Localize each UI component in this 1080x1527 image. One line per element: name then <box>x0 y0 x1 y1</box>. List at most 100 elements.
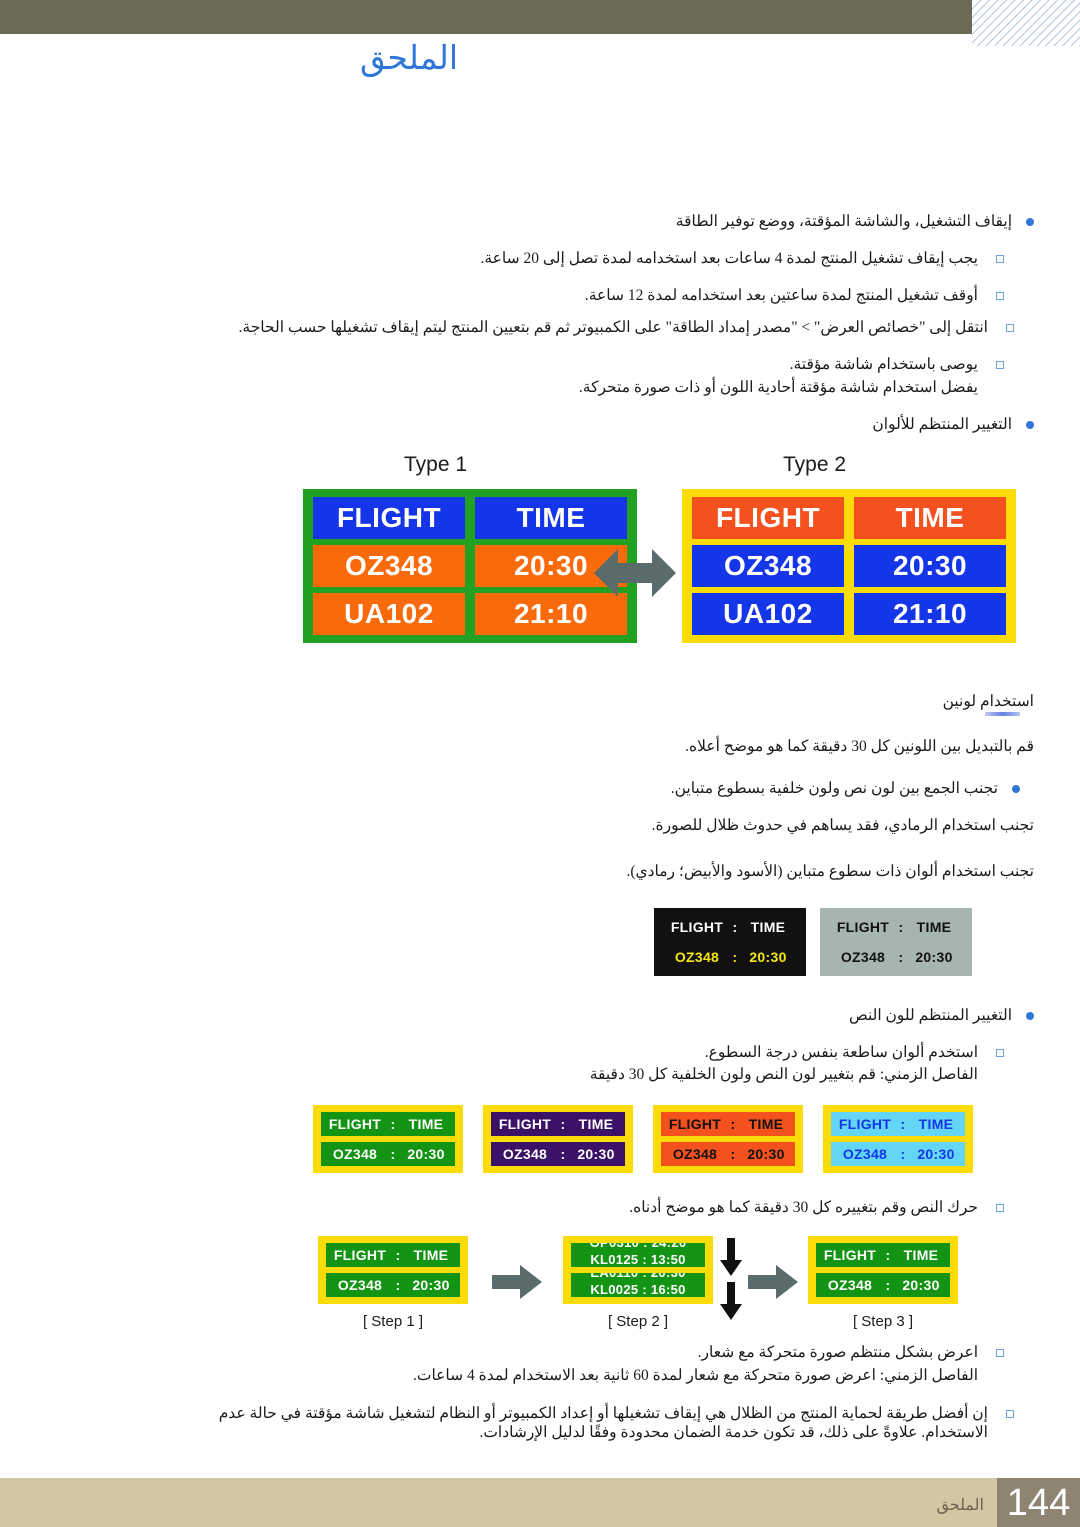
colon-separator: : <box>642 1252 647 1267</box>
time-value-cell: 20:30 <box>749 949 787 965</box>
body-text: إن أفضل طريقة لحماية المنتج من الظلال هي… <box>218 1405 988 1441</box>
step1-caption: [ Step 1 ] <box>362 1313 424 1330</box>
board-header-row: FLIGHT : TIME <box>816 1243 950 1267</box>
two-color-heading: استخدام لونين <box>244 692 1034 711</box>
board-header-row: FLIGHT : TIME <box>321 1112 455 1136</box>
move-text-line: حرك النص وقم بتغييره كل 30 دقيقة كما هو … <box>244 1198 1004 1217</box>
time-header-cell: TIME <box>918 1116 954 1132</box>
board-data-row: OZ348 : 20:30 <box>831 1142 965 1166</box>
mid-line-3: تجنب استخدام ألوان ذات سطوع متباين (الأس… <box>244 862 1034 881</box>
time-header-cell: TIME <box>413 1247 449 1263</box>
flight-value-cell: KL0125 <box>590 1252 639 1267</box>
time-value-cell: 20:30 <box>577 1146 615 1162</box>
mid-line-0: قم بالتبديل بين اللونين كل 30 دقيقة كما … <box>244 737 1034 756</box>
time-header-cell: TIME <box>750 919 786 935</box>
flight-value-cell: OZ348 <box>337 1277 383 1293</box>
colon-separator: : <box>900 1146 906 1162</box>
body-text: استخدم ألوان ساطعة بنفس درجة السطوع. <box>704 1044 978 1061</box>
bullet-hollow-icon <box>996 361 1004 369</box>
type2-label: Type 2 <box>782 453 847 476</box>
board-data-row: UA102 21:10 <box>692 593 1006 635</box>
color-change-heading: التغيير المنتظم للألوان <box>244 415 1034 434</box>
flight-value-cell: OZ348 <box>313 545 465 587</box>
flight-board-gray: FLIGHT : TIME OZ348 : 20:30 <box>820 908 972 976</box>
flight-header-cell: FLIGHT <box>838 1116 892 1132</box>
colon-separator: : <box>395 1247 401 1263</box>
bullet-text: يجب إيقاف تشغيل المنتج لمدة 4 ساعات بعد … <box>480 250 978 267</box>
top-bullet-1: يجب إيقاف تشغيل المنتج لمدة 4 ساعات بعد … <box>244 249 1004 268</box>
type1-label: Type 1 <box>403 453 468 476</box>
board-data-row: OZ348 20:30 <box>313 545 627 587</box>
body-text: حرك النص وقم بتغييره كل 30 دقيقة كما هو … <box>629 1199 978 1216</box>
flight-header-cell: FLIGHT <box>823 1247 877 1263</box>
footer-section-label: الملحق <box>936 1497 984 1514</box>
flight-board-cyan: FLIGHT : TIME OZ348 : 20:30 <box>823 1105 973 1173</box>
bullet-text: إيقاف التشغيل، والشاشة المؤقتة، ووضع توف… <box>675 213 1012 230</box>
body-text: تجنب استخدام الرمادي، فقد يساهم في حدوث … <box>651 817 1034 834</box>
time-value-cell: 13:50 <box>650 1252 686 1267</box>
scroll-line: KL0125 : 13:50 <box>571 1251 705 1267</box>
board-data-row: OZ348 : 20:30 <box>662 945 798 969</box>
scroll-down-arrows-icon <box>718 1238 744 1329</box>
board-scroll-row-bottom: EA0110 : 20:30 KL0025 : 16:50 <box>571 1273 705 1297</box>
board-data-row: OZ348 20:30 <box>692 545 1006 587</box>
body-text: تجنب الجمع بين لون نص ولون خلفية بسطوع م… <box>670 780 998 797</box>
body-text: قم بالتبديل بين اللونين كل 30 دقيقة كما … <box>685 738 1034 755</box>
time-value-cell: 20:30 <box>902 1277 940 1293</box>
swap-double-arrow-icon <box>594 542 676 609</box>
flight-value-cell: OP0310 <box>590 1243 640 1250</box>
bullet-hollow-icon <box>996 1049 1004 1057</box>
flight-header-cell: FLIGHT <box>692 497 844 539</box>
board-data-row: OZ348 : 20:30 <box>326 1273 460 1297</box>
time-value-cell: 20:30 <box>412 1277 450 1293</box>
board-header-row: FLIGHT : TIME <box>326 1243 460 1267</box>
body-text: الفاصل الزمني: اعرض صورة متحركة مع شعار … <box>412 1367 978 1384</box>
body-text: اعرض بشكل منتظم صورة متحركة مع شعار. <box>697 1344 978 1361</box>
page-number: 144 <box>1006 1481 1071 1524</box>
time-value-cell: 20:30 <box>407 1146 445 1162</box>
colon-separator: : <box>390 1146 396 1162</box>
text-color-line-0: استخدم ألوان ساطعة بنفس درجة السطوع. <box>244 1043 1004 1062</box>
time-value-cell: 24:20 <box>652 1243 687 1250</box>
colon-separator: : <box>730 1116 736 1132</box>
flight-board-type2: FLIGHT TIME OZ348 20:30 UA102 21:10 <box>682 489 1016 643</box>
time-value-cell: 20:30 <box>651 1273 686 1280</box>
bullet-filled-icon <box>1026 1012 1034 1020</box>
flight-header-cell: FLIGHT <box>498 1116 552 1132</box>
colon-separator: : <box>395 1277 401 1293</box>
flight-value-cell: OZ348 <box>502 1146 548 1162</box>
flight-board-purple: FLIGHT : TIME OZ348 : 20:30 <box>483 1105 633 1173</box>
board-data-row: OZ348 : 20:30 <box>491 1142 625 1166</box>
heading-text: التغيير المنتظم للألوان <box>872 416 1012 433</box>
time-header-cell: TIME <box>408 1116 444 1132</box>
flight-board-type1: FLIGHT TIME OZ348 20:30 UA102 21:10 <box>303 489 637 643</box>
time-header-cell: TIME <box>475 497 627 539</box>
flight-value-cell: EA0110 <box>590 1273 638 1280</box>
time-header-cell: TIME <box>903 1247 939 1263</box>
bullet-hollow-icon <box>1006 1410 1014 1418</box>
flight-board-step1: FLIGHT : TIME OZ348 : 20:30 <box>318 1236 468 1304</box>
time-value-cell: 16:50 <box>650 1282 686 1297</box>
bottom-line-0: اعرض بشكل منتظم صورة متحركة مع شعار. <box>244 1343 1004 1362</box>
page-title: الملحق <box>359 41 459 77</box>
text-color-heading: التغيير المنتظم للون النص <box>244 1006 1034 1025</box>
board-header-row: FLIGHT : TIME <box>661 1112 795 1136</box>
board-header-row: FLIGHT TIME <box>313 497 627 539</box>
colon-separator: : <box>390 1116 396 1132</box>
mid-line-1: تجنب الجمع بين لون نص ولون خلفية بسطوع م… <box>260 779 1020 798</box>
flight-board-step2-scrolling: OP0310 : 24:20 KL0125 : 13:50 EA0110 : 2… <box>563 1236 713 1304</box>
board-header-row: FLIGHT : TIME <box>831 1112 965 1136</box>
colon-separator: : <box>730 1146 736 1162</box>
colon-separator: : <box>643 1243 648 1250</box>
text-color-line-1: الفاصل الزمني: قم بتغيير لون النص ولون ا… <box>244 1065 1004 1084</box>
footer-bar: الملحق 144 <box>0 1478 1080 1527</box>
time-value-cell: 20:30 <box>917 1146 955 1162</box>
time-header-cell: TIME <box>578 1116 614 1132</box>
step-arrow-right-icon <box>748 1265 798 1304</box>
body-text: الفاصل الزمني: قم بتغيير لون النص ولون ا… <box>589 1066 978 1083</box>
top-bullet-3: انتقل إلى "خصائص العرض" > "مصدر إمداد ال… <box>214 318 1014 337</box>
board-header-row: FLIGHT : TIME <box>828 915 964 939</box>
heading-text: استخدام لونين <box>942 693 1034 710</box>
colon-separator: : <box>560 1116 566 1132</box>
board-data-row: OZ348 : 20:30 <box>816 1273 950 1297</box>
